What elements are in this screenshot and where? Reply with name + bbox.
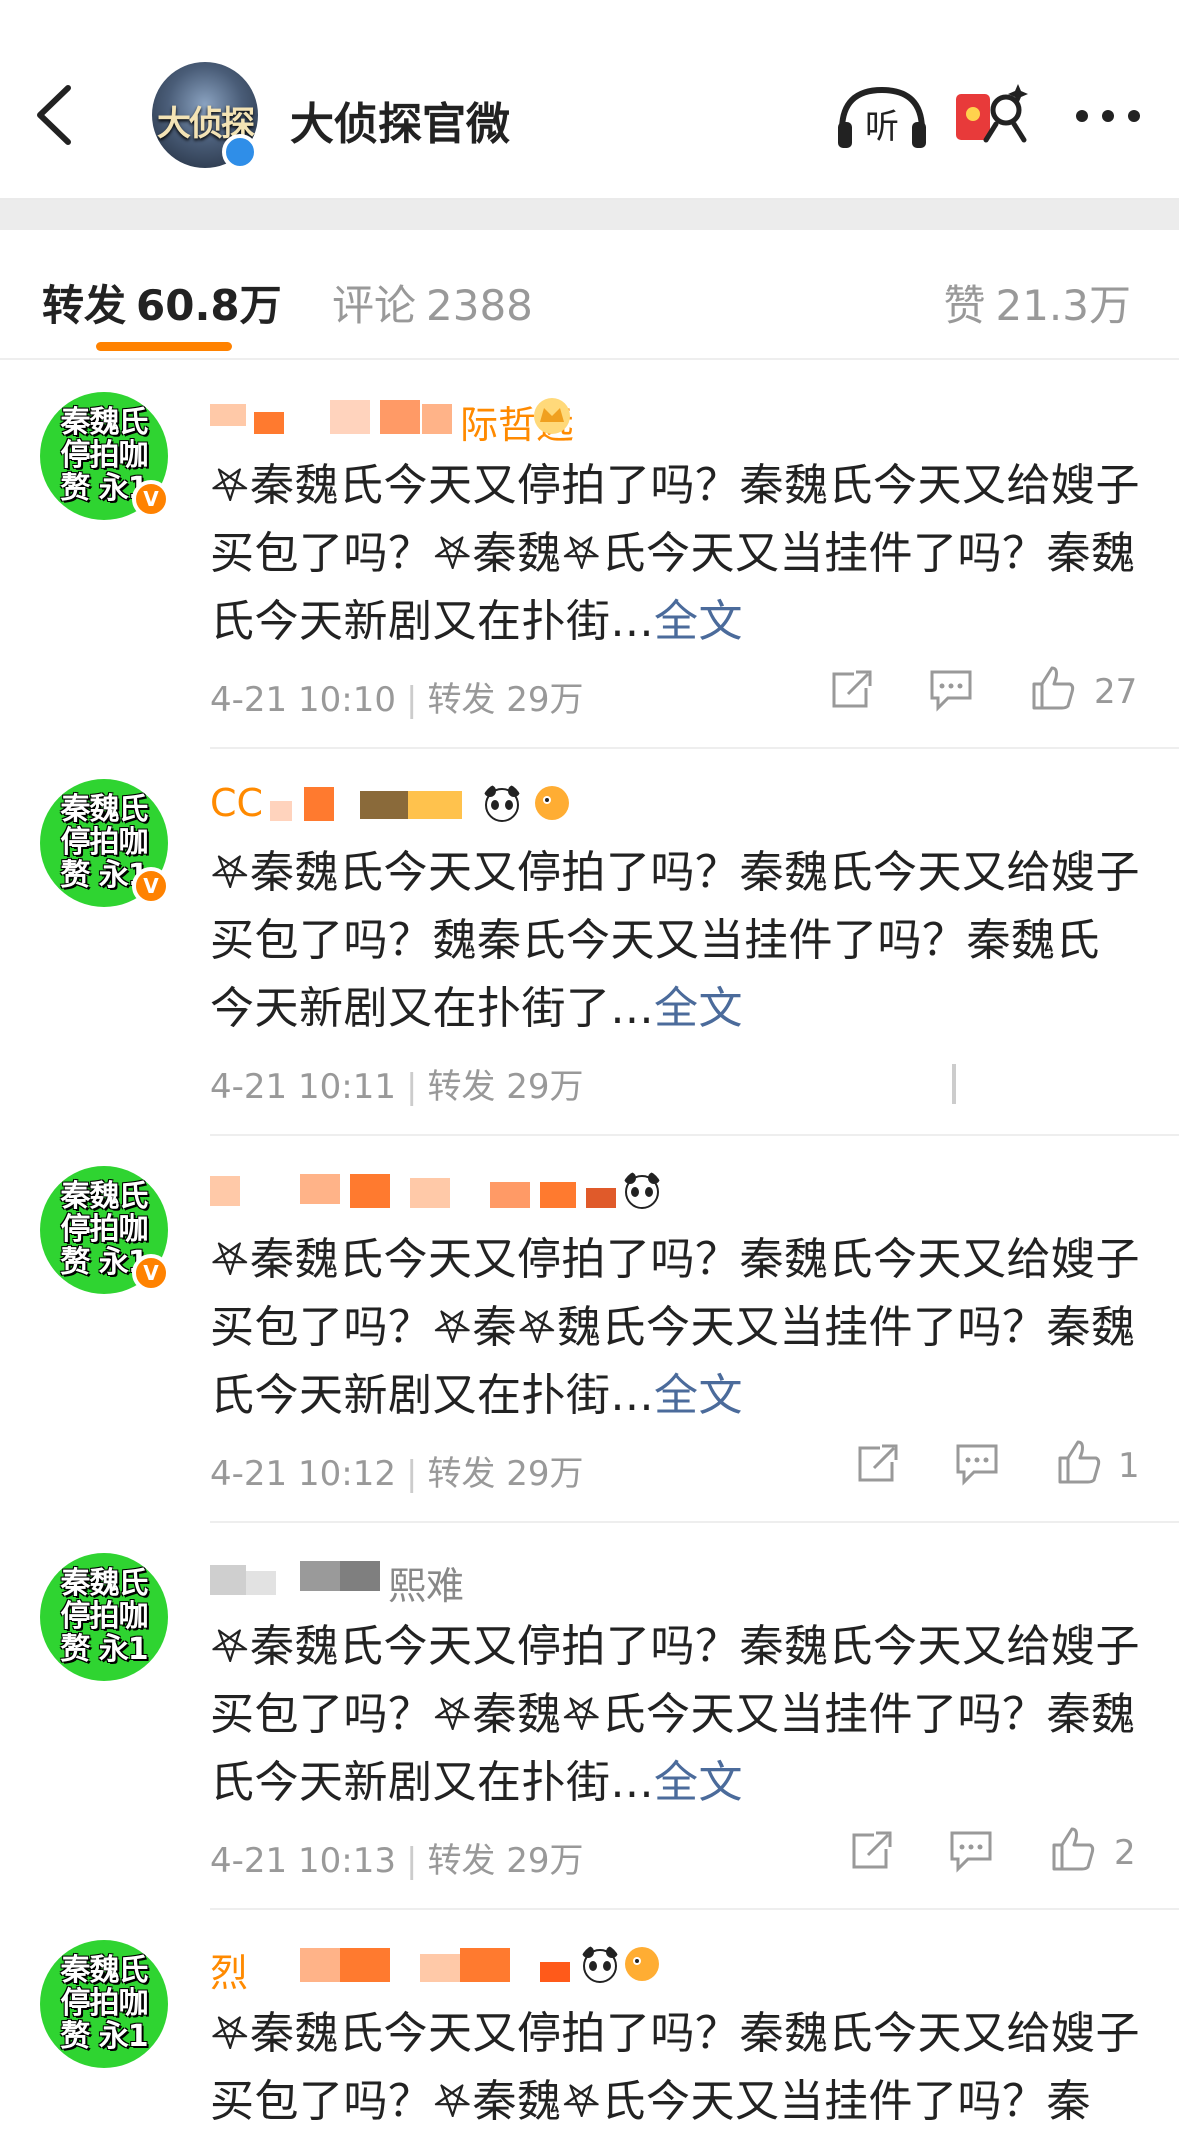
like-icon[interactable] [1048,1825,1098,1875]
post-text[interactable]: 𖤐秦魏氏今天又停拍了吗？秦魏氏今天又给嫂子买包了吗？魏秦氏今天又当挂件了吗？秦魏… [210,839,1140,1043]
share-icon[interactable] [852,1438,902,1488]
panda-emoji-icon [582,1946,618,1983]
vip-badge-icon: V [132,1254,170,1292]
post-meta: 4-21 10:13 | 转发 29万 [210,1841,584,1881]
timestamp: 4-21 10:10 [210,680,396,720]
repost-count: 29万 [506,680,584,720]
repost-label: 转发 [427,1841,496,1881]
share-icon[interactable] [826,664,876,714]
verified-badge-icon [222,134,258,170]
page-title[interactable]: 大侦探官微 [290,88,510,152]
post-meta: 4-21 10:11 | 转发 29万 [210,1067,584,1107]
username[interactable]: 烈 [210,1940,730,1995]
comment-icon[interactable] [926,664,976,714]
comment-icon[interactable] [952,1438,1002,1488]
tab-repost[interactable]: 转发 60.8万 [42,272,282,333]
timestamp: 4-21 10:12 [210,1454,396,1494]
active-tab-indicator [96,342,232,351]
post-meta: 4-21 10:12 | 转发 29万 [210,1454,584,1494]
like-count: 2 [1114,1833,1136,1873]
headphones-listen-icon[interactable]: 听 [832,80,932,150]
username[interactable]: 熙难 [210,1553,730,1608]
avatar[interactable]: 秦魏氏 停拍咖赘 永1 [40,1553,168,1681]
timestamp: 4-21 10:11 [210,1067,396,1107]
post-text[interactable]: 𖤐秦魏氏今天又停拍了吗？秦魏氏今天又给嫂子买包了吗？𖤐秦魏𖤐氏今天又当挂件了吗？… [210,452,1140,656]
fish-emoji-icon [625,1947,659,1981]
fish-emoji-icon [535,786,569,820]
expand-link[interactable]: 全文 [654,596,743,647]
avatar-text: 秦魏氏 停拍咖赘 永1 [60,1953,148,2054]
vip-badge-icon: V [132,480,170,518]
tab-like-count: 21.3万 [995,281,1131,330]
blurred-username [210,1174,616,1208]
tab-comment[interactable]: 评论 2388 [332,272,533,333]
post-meta: 4-21 10:10 | 转发 29万 [210,680,584,720]
username[interactable] [210,1166,730,1216]
vip-badge-icon: V [132,867,170,905]
list-item[interactable]: 秦魏氏 停拍咖赘 永1 烈 𖤐秦魏氏今天又停拍了吗？秦魏氏今天又给嫂子买包了吗？𖤐… [0,1910,1179,2145]
more-dots-icon[interactable] [1068,80,1148,150]
repost-label: 转发 [427,1067,496,1107]
expand-link[interactable]: 全文 [654,983,743,1034]
crown-badge-icon [534,398,570,434]
red-packet-icon[interactable] [952,80,1032,150]
blurred-username [300,1948,570,1982]
expand-link[interactable]: 全文 [654,1757,743,1808]
post-text[interactable]: 𖤐秦魏氏今天又停拍了吗？秦魏氏今天又给嫂子买包了吗？𖤐秦𖤐魏氏今天又当挂件了吗？… [210,1226,1140,1430]
tab-repost-label: 转发 [42,281,127,330]
tab-like[interactable]: 赞 21.3万 [943,272,1131,333]
back-arrow-icon[interactable] [30,80,80,150]
username[interactable]: 际哲远 [210,392,730,447]
username-text: 熙难 [388,1564,465,1608]
tab-like-label: 赞 [943,281,986,330]
repost-label: 转发 [427,1454,496,1494]
panda-emoji-icon [484,785,520,822]
post-text[interactable]: 𖤐秦魏氏今天又停拍了吗？秦魏氏今天又给嫂子买包了吗？𖤐秦魏𖤐氏今天又当挂件了吗？… [210,2000,1140,2136]
comment-icon[interactable] [946,1825,996,1875]
username-text: 烈 [210,1951,249,1995]
tab-repost-count: 60.8万 [136,281,282,330]
like-count: 27 [1094,672,1138,712]
section-divider [0,198,1179,230]
repost-count: 29万 [506,1454,584,1494]
listen-label: 听 [865,107,899,147]
like-icon[interactable] [1054,1438,1104,1488]
tab-comment-label: 评论 [332,281,417,330]
repost-label: 转发 [427,680,496,720]
panda-emoji-icon [624,1172,660,1209]
repost-count: 29万 [506,1067,584,1107]
list-item[interactable]: 秦魏氏 停拍咖赘 永1 熙难 𖤐秦魏氏今天又停拍了吗？秦魏氏今天又给嫂子买包了吗？… [0,1523,1179,1910]
list-item[interactable]: 秦魏氏 停拍咖赘 永1 V 际哲远 𖤐秦魏氏今天又停拍了吗？秦魏氏今天又给嫂子买包… [0,362,1179,749]
top-bar: 大侦探 大侦探官微 听 [0,0,1179,182]
post-text[interactable]: 𖤐秦魏氏今天又停拍了吗？秦魏氏今天又给嫂子买包了吗？𖤐秦魏𖤐氏今天又当挂件了吗？… [210,1613,1140,1817]
tab-bar: 转发 60.8万 评论 2388 赞 21.3万 [0,230,1179,360]
avatar-text: 秦魏氏 停拍咖赘 永1 [60,1566,148,1667]
avatar[interactable]: 秦魏氏 停拍咖赘 永1 [40,1940,168,2068]
like-count: 1 [1118,1446,1140,1486]
list-item[interactable]: 秦魏氏 停拍咖赘 永1 V 𖤐秦魏氏今天又停拍了吗？秦魏氏今天又给嫂子买包了吗？𖤐… [0,1136,1179,1523]
like-icon[interactable] [1028,664,1078,714]
timestamp: 4-21 10:13 [210,1841,396,1881]
share-icon[interactable] [846,1825,896,1875]
repost-count: 29万 [506,1841,584,1881]
tab-comment-count: 2388 [426,281,533,330]
username[interactable]: CC [210,779,730,829]
expand-link[interactable]: 全文 [654,1370,743,1421]
list-item[interactable]: 秦魏氏 停拍咖赘 永1 V CC 𖤐秦魏氏今天又停拍了吗？秦魏氏今天又给嫂子买包了… [0,749,1179,1136]
username-text: CC [210,781,264,825]
loading-bar [952,1064,956,1104]
